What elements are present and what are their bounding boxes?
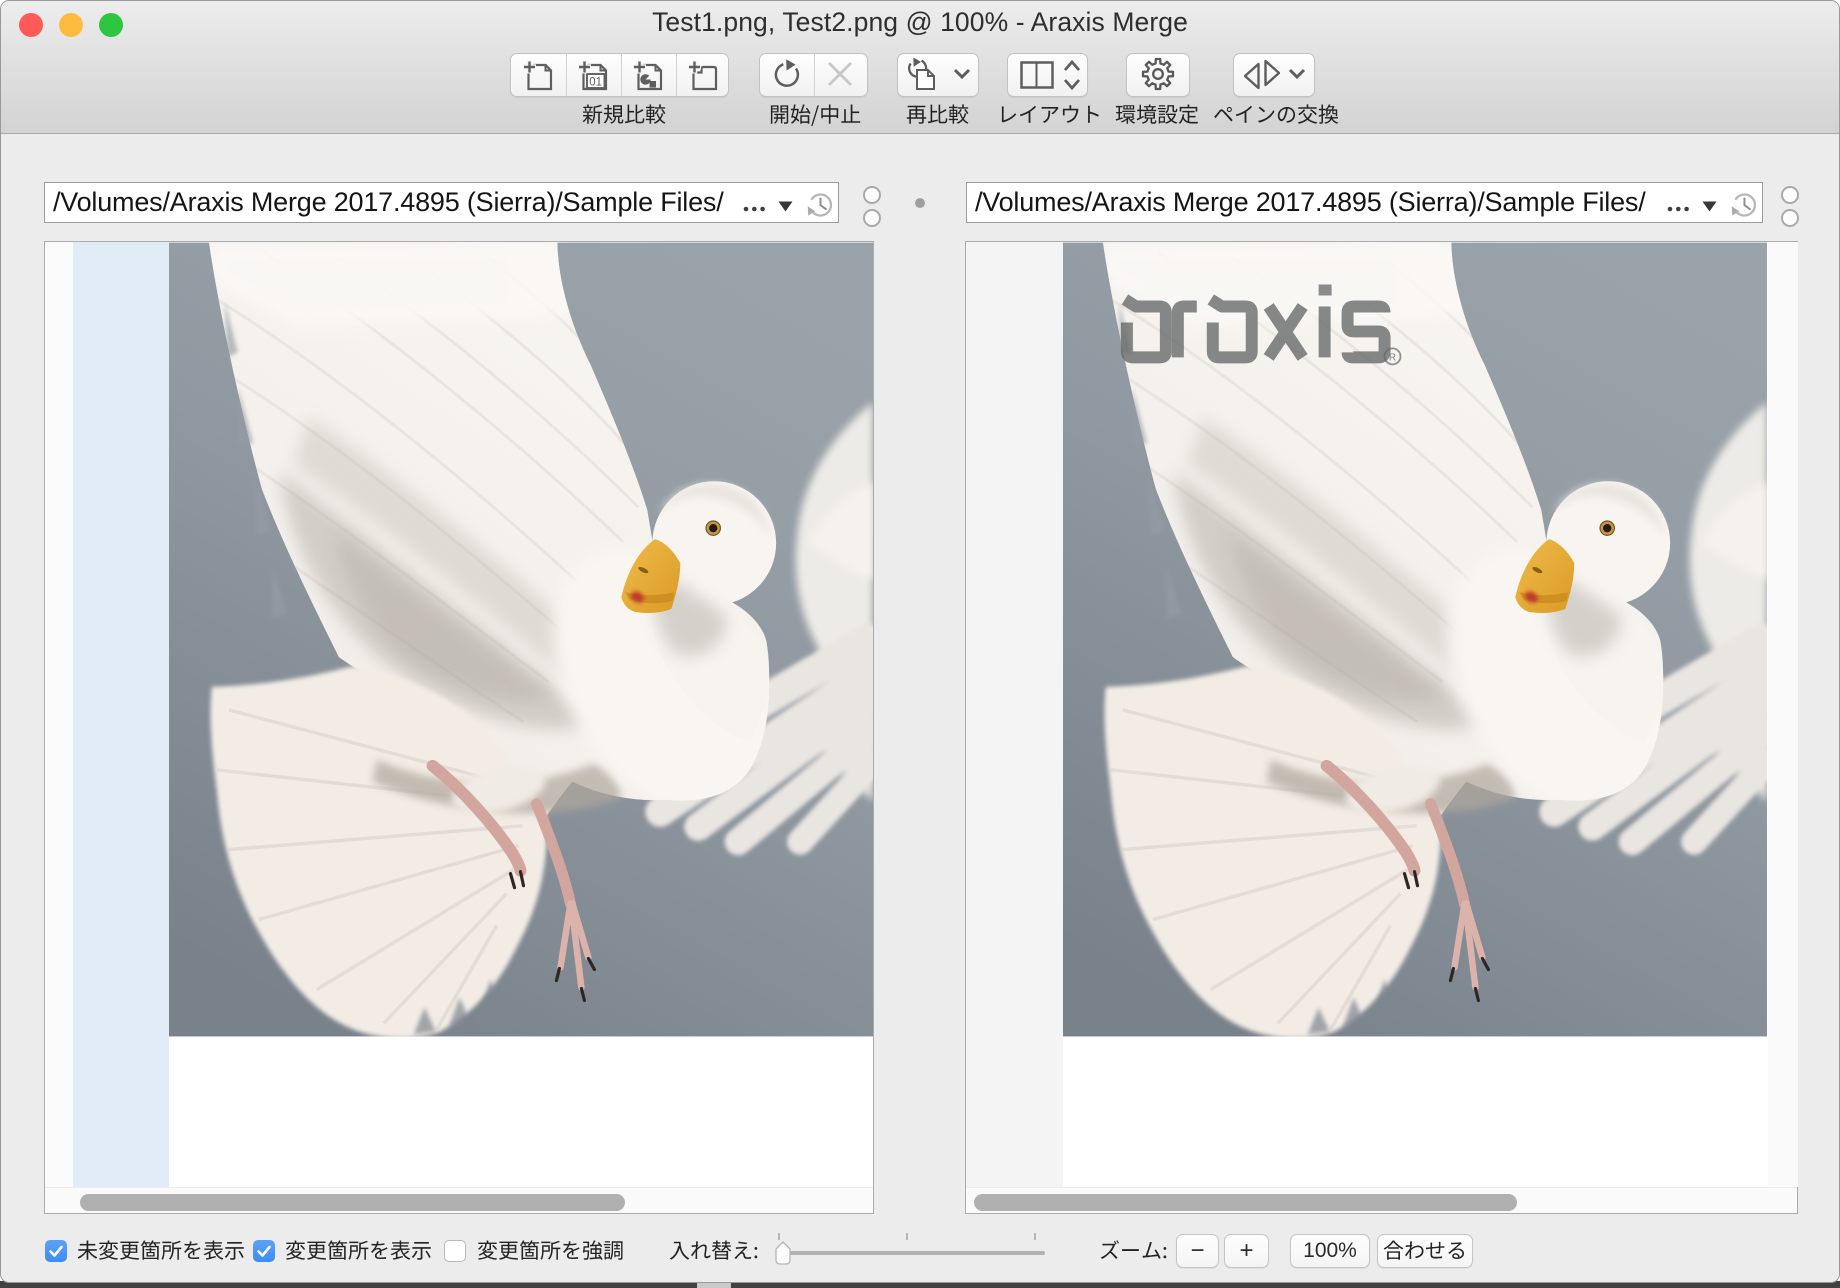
svg-text:R: R bbox=[1389, 352, 1396, 363]
svg-text:01: 01 bbox=[589, 77, 602, 89]
